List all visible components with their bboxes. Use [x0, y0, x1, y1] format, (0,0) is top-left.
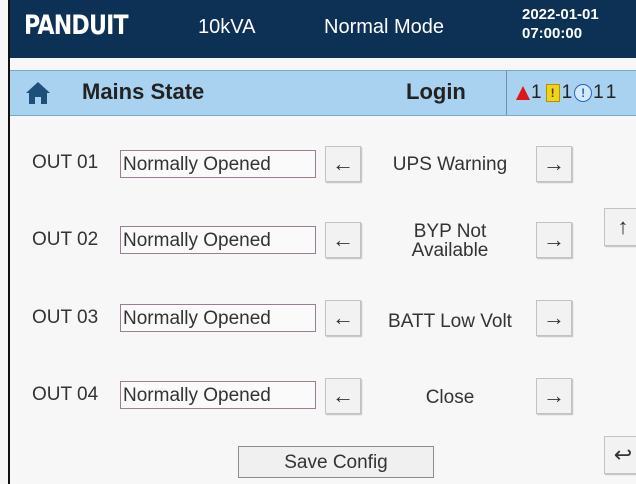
- capacity-label: 10kVA: [198, 16, 256, 38]
- right-arrow-icon: →: [543, 227, 565, 252]
- out-03-event: BATT Low Volt: [388, 311, 512, 332]
- out-02-state-field[interactable]: Normally Opened: [120, 226, 316, 254]
- login-button[interactable]: Login: [406, 79, 466, 105]
- alarm-indicators[interactable]: 1 ! 1 ! 1 1: [516, 81, 616, 105]
- brand-logo: PANDUIT: [24, 10, 129, 41]
- home-icon[interactable]: [24, 80, 52, 106]
- left-arrow-icon: ←: [332, 383, 354, 408]
- left-arrow-icon: ←: [332, 227, 354, 252]
- scroll-up-button[interactable]: ↑: [604, 208, 636, 246]
- out-02-event-line2: Available: [411, 240, 489, 261]
- save-config-button[interactable]: Save Config: [238, 446, 434, 478]
- info-icon: !: [574, 84, 593, 102]
- overflow-count: 1: [605, 82, 617, 103]
- left-arrow-icon: ←: [332, 305, 354, 330]
- date-label: 2022-01-01: [522, 6, 599, 23]
- out-02-event-line1: BYP Not: [413, 221, 487, 242]
- device-panel: PANDUIT 10kVA Normal Mode 2022-01-01 07:…: [8, 0, 636, 484]
- warning-icon: !: [545, 84, 560, 102]
- title-bar-divider: [506, 71, 507, 115]
- back-button[interactable]: ↩: [604, 436, 636, 474]
- out-03-prev-button[interactable]: ←: [325, 300, 361, 336]
- datetime: 2022-01-01 07:00:00: [522, 5, 599, 43]
- out-02-label: OUT 02: [32, 229, 99, 250]
- out-02-next-button[interactable]: →: [536, 222, 572, 258]
- info-count: 1: [593, 82, 604, 103]
- out-01-label: OUT 01: [32, 152, 99, 173]
- title-bar: Mains State Login 1 ! 1 ! 1 1: [10, 70, 636, 116]
- out-03-next-button[interactable]: →: [536, 300, 572, 336]
- right-arrow-icon: →: [543, 151, 565, 176]
- out-01-event: UPS Warning: [392, 154, 508, 175]
- back-arrow-icon: ↩: [613, 442, 633, 467]
- mode-label: Normal Mode: [324, 16, 445, 38]
- alarm-count: 1: [531, 82, 542, 103]
- right-arrow-icon: →: [543, 305, 565, 330]
- alarm-icon: [516, 86, 530, 100]
- out-03-state-field[interactable]: Normally Opened: [120, 304, 316, 332]
- out-02-prev-button[interactable]: ←: [325, 222, 361, 258]
- out-04-next-button[interactable]: →: [536, 378, 572, 414]
- time-label: 07:00:00: [522, 25, 583, 42]
- out-04-state-field[interactable]: Normally Opened: [120, 381, 316, 409]
- out-01-prev-button[interactable]: ←: [325, 146, 361, 182]
- left-arrow-icon: ←: [332, 151, 354, 176]
- page-title: Mains State: [82, 79, 205, 104]
- top-status-bar: PANDUIT 10kVA Normal Mode 2022-01-01 07:…: [10, 0, 636, 58]
- screen: PANDUIT 10kVA Normal Mode 2022-01-01 07:…: [0, 0, 636, 484]
- out-04-event: Close: [425, 387, 475, 408]
- out-04-prev-button[interactable]: ←: [325, 378, 361, 414]
- out-04-label: OUT 04: [32, 384, 99, 405]
- out-01-state-field[interactable]: Normally Opened: [120, 150, 316, 178]
- out-02-event: BYP Not Available: [368, 222, 532, 260]
- up-arrow-icon: ↑: [617, 214, 629, 239]
- out-01-next-button[interactable]: →: [536, 146, 572, 182]
- right-arrow-icon: →: [543, 383, 565, 408]
- warning-count: 1: [561, 82, 573, 103]
- out-03-label: OUT 03: [32, 307, 99, 328]
